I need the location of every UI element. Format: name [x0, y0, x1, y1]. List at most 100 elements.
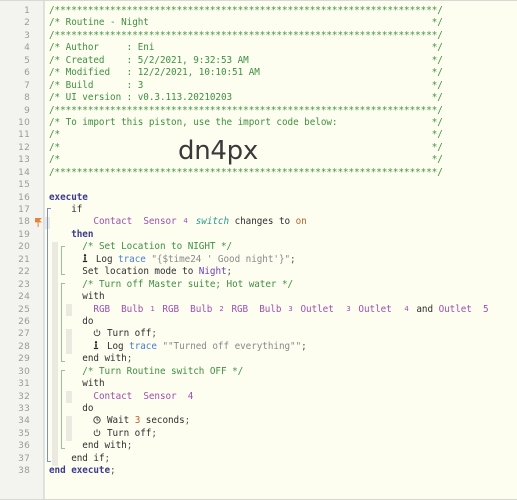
code-line[interactable]: do — [45, 316, 517, 328]
code-lines[interactable]: /***************************************… — [45, 5, 517, 478]
token-plain: changes to — [229, 216, 296, 228]
line-number: 8 — [24, 93, 30, 104]
token-semi: ; — [151, 427, 157, 439]
code-line[interactable]: /***************************************… — [45, 167, 517, 179]
code-line-text: with — [49, 291, 104, 302]
line-number: 37 — [18, 453, 30, 464]
code-line[interactable]: /* To import this piston, use the import… — [45, 117, 517, 129]
code-line[interactable]: /* Modified : 12/2/2021, 10:10:51 AM */ — [45, 67, 517, 79]
token-plain: do — [82, 403, 94, 414]
code-line[interactable]: if — [45, 204, 517, 216]
code-line[interactable]: then — [45, 229, 517, 241]
code-line[interactable]: execute — [45, 192, 517, 204]
token-device: Outlet — [294, 303, 345, 315]
line-number: 33 — [18, 404, 30, 414]
code-line-text: /***************************************… — [49, 5, 443, 16]
code-line[interactable]: end execute; — [45, 465, 517, 477]
code-line[interactable]: /* Build : 3 */ — [45, 80, 517, 92]
code-line-text: Contact Sensor 4 switch changes to on — [49, 216, 306, 228]
token-semi: ; — [226, 266, 233, 278]
code-line-text: Turn off; — [49, 428, 157, 439]
token-plain: Set location mode to — [82, 266, 199, 278]
line-number: 24 — [18, 292, 30, 303]
line-number: 4 — [24, 43, 30, 54]
log-icon — [93, 340, 101, 349]
code-line[interactable]: Log trace "{$time24 ' Good night'}"; — [45, 254, 517, 266]
code-line-text: end execute; — [49, 465, 116, 476]
code-line[interactable]: /* */ — [45, 154, 517, 166]
line-number: 15 — [18, 180, 30, 191]
code-line[interactable]: Turn off; — [45, 428, 517, 440]
line-number: 32 — [18, 391, 30, 402]
code-line[interactable]: with — [45, 291, 517, 303]
code-line[interactable]: with — [45, 378, 517, 390]
code-line-text: /***************************************… — [49, 167, 443, 178]
code-line[interactable]: Contact Sensor 4 — [45, 391, 517, 403]
token-comment: /* UI version : v0.3.113.20210203 */ — [49, 92, 443, 104]
code-line[interactable]: Contact Sensor 4 switch changes to on — [45, 216, 517, 228]
code-line[interactable]: Turn off; — [45, 328, 517, 340]
code-line[interactable]: /***************************************… — [45, 5, 517, 17]
bookmark-icon[interactable] — [35, 217, 42, 227]
code-editor[interactable]: 1 2 3 4 5 6 7 8 9 10 11 12 13 14 15 16 17 18 19 20 21 22 23 24 2… — [0, 0, 517, 500]
token-semi: ; — [126, 440, 133, 452]
token-comment: /* Routine - Night */ — [49, 17, 443, 29]
code-line-text: Log trace ""Turned off everything""; — [49, 341, 307, 352]
badge-4-icon: 4 — [403, 304, 411, 313]
code-line[interactable]: /***************************************… — [45, 105, 517, 117]
code-line[interactable]: RGB Bulb 1 RGB Bulb 2 RGB Bulb 3 Outlet … — [45, 304, 517, 316]
badge-2-icon: 2 — [218, 304, 226, 313]
code-line[interactable]: /* Author : Eni */ — [45, 42, 517, 54]
watermark-text: dn4px — [178, 136, 258, 166]
line-number: 18 — [0, 216, 43, 228]
code-line[interactable]: /***************************************… — [45, 30, 517, 42]
line-number-gutter: 1 2 3 4 5 6 7 8 9 10 11 12 13 14 15 16 17 18 19 20 21 22 23 24 2… — [0, 1, 44, 499]
token-night: Night — [198, 266, 227, 278]
code-line[interactable]: /* Turn off Master suite; Hot water */ — [45, 279, 517, 291]
code-line[interactable]: end with; — [45, 353, 517, 365]
code-line-text: do — [49, 403, 93, 414]
code-line[interactable] — [45, 179, 517, 191]
power-icon — [93, 429, 101, 437]
line-number: 38 — [18, 466, 30, 477]
token-comment: /* Build : 3 */ — [49, 79, 443, 91]
token-semi: ; — [184, 415, 191, 427]
code-line[interactable]: /* */ — [45, 129, 517, 141]
code-content-pane[interactable]: /***************************************… — [44, 1, 517, 499]
code-line[interactable]: do — [45, 403, 517, 415]
token-plain: Log — [90, 253, 119, 265]
code-line[interactable]: Wait 3 seconds; — [45, 415, 517, 427]
line-number-list: 1 2 3 4 5 6 7 8 9 10 11 12 13 14 15 16 17 18 19 20 21 22 23 24 2… — [0, 1, 43, 478]
token-plain: Turn off — [101, 427, 152, 439]
code-line-text: /* Build : 3 */ — [49, 80, 443, 91]
code-line[interactable]: /* */ — [45, 142, 517, 154]
code-line[interactable]: Set location mode to Night; — [45, 266, 517, 278]
code-line[interactable]: end with; — [45, 440, 517, 452]
code-line-text: RGB Bulb 1 RGB Bulb 2 RGB Bulb 3 Outlet … — [49, 303, 488, 315]
line-number: 21 — [18, 254, 30, 265]
token-comment: /***************************************… — [49, 166, 443, 178]
line-number: 31 — [18, 379, 30, 390]
code-line[interactable]: /* UI version : v0.3.113.20210203 */ — [45, 92, 517, 104]
code-line[interactable]: /* Created : 5/2/2021, 9:32:53 AM */ — [45, 55, 517, 67]
badge-3-icon: 3 — [287, 304, 295, 313]
token-comment: /* To import this piston, use the import… — [49, 116, 443, 128]
token-comment: /***************************************… — [49, 29, 443, 41]
svg-text:4: 4 — [404, 304, 408, 313]
token-plain: do — [82, 315, 94, 327]
code-line-text: /* Created : 5/2/2021, 9:32:53 AM */ — [49, 55, 443, 66]
code-line-text: /***************************************… — [49, 105, 443, 116]
code-line[interactable]: /* Turn Routine switch OFF */ — [45, 366, 517, 378]
code-line[interactable]: /* Set Location to NIGHT */ — [45, 241, 517, 253]
code-line[interactable]: /* Routine - Night */ — [45, 17, 517, 29]
code-line[interactable]: end if; — [45, 453, 517, 465]
token-comment: /***************************************… — [49, 5, 443, 16]
token-plain: with — [82, 378, 105, 390]
code-line[interactable]: Log trace ""Turned off everything""; — [45, 341, 517, 353]
